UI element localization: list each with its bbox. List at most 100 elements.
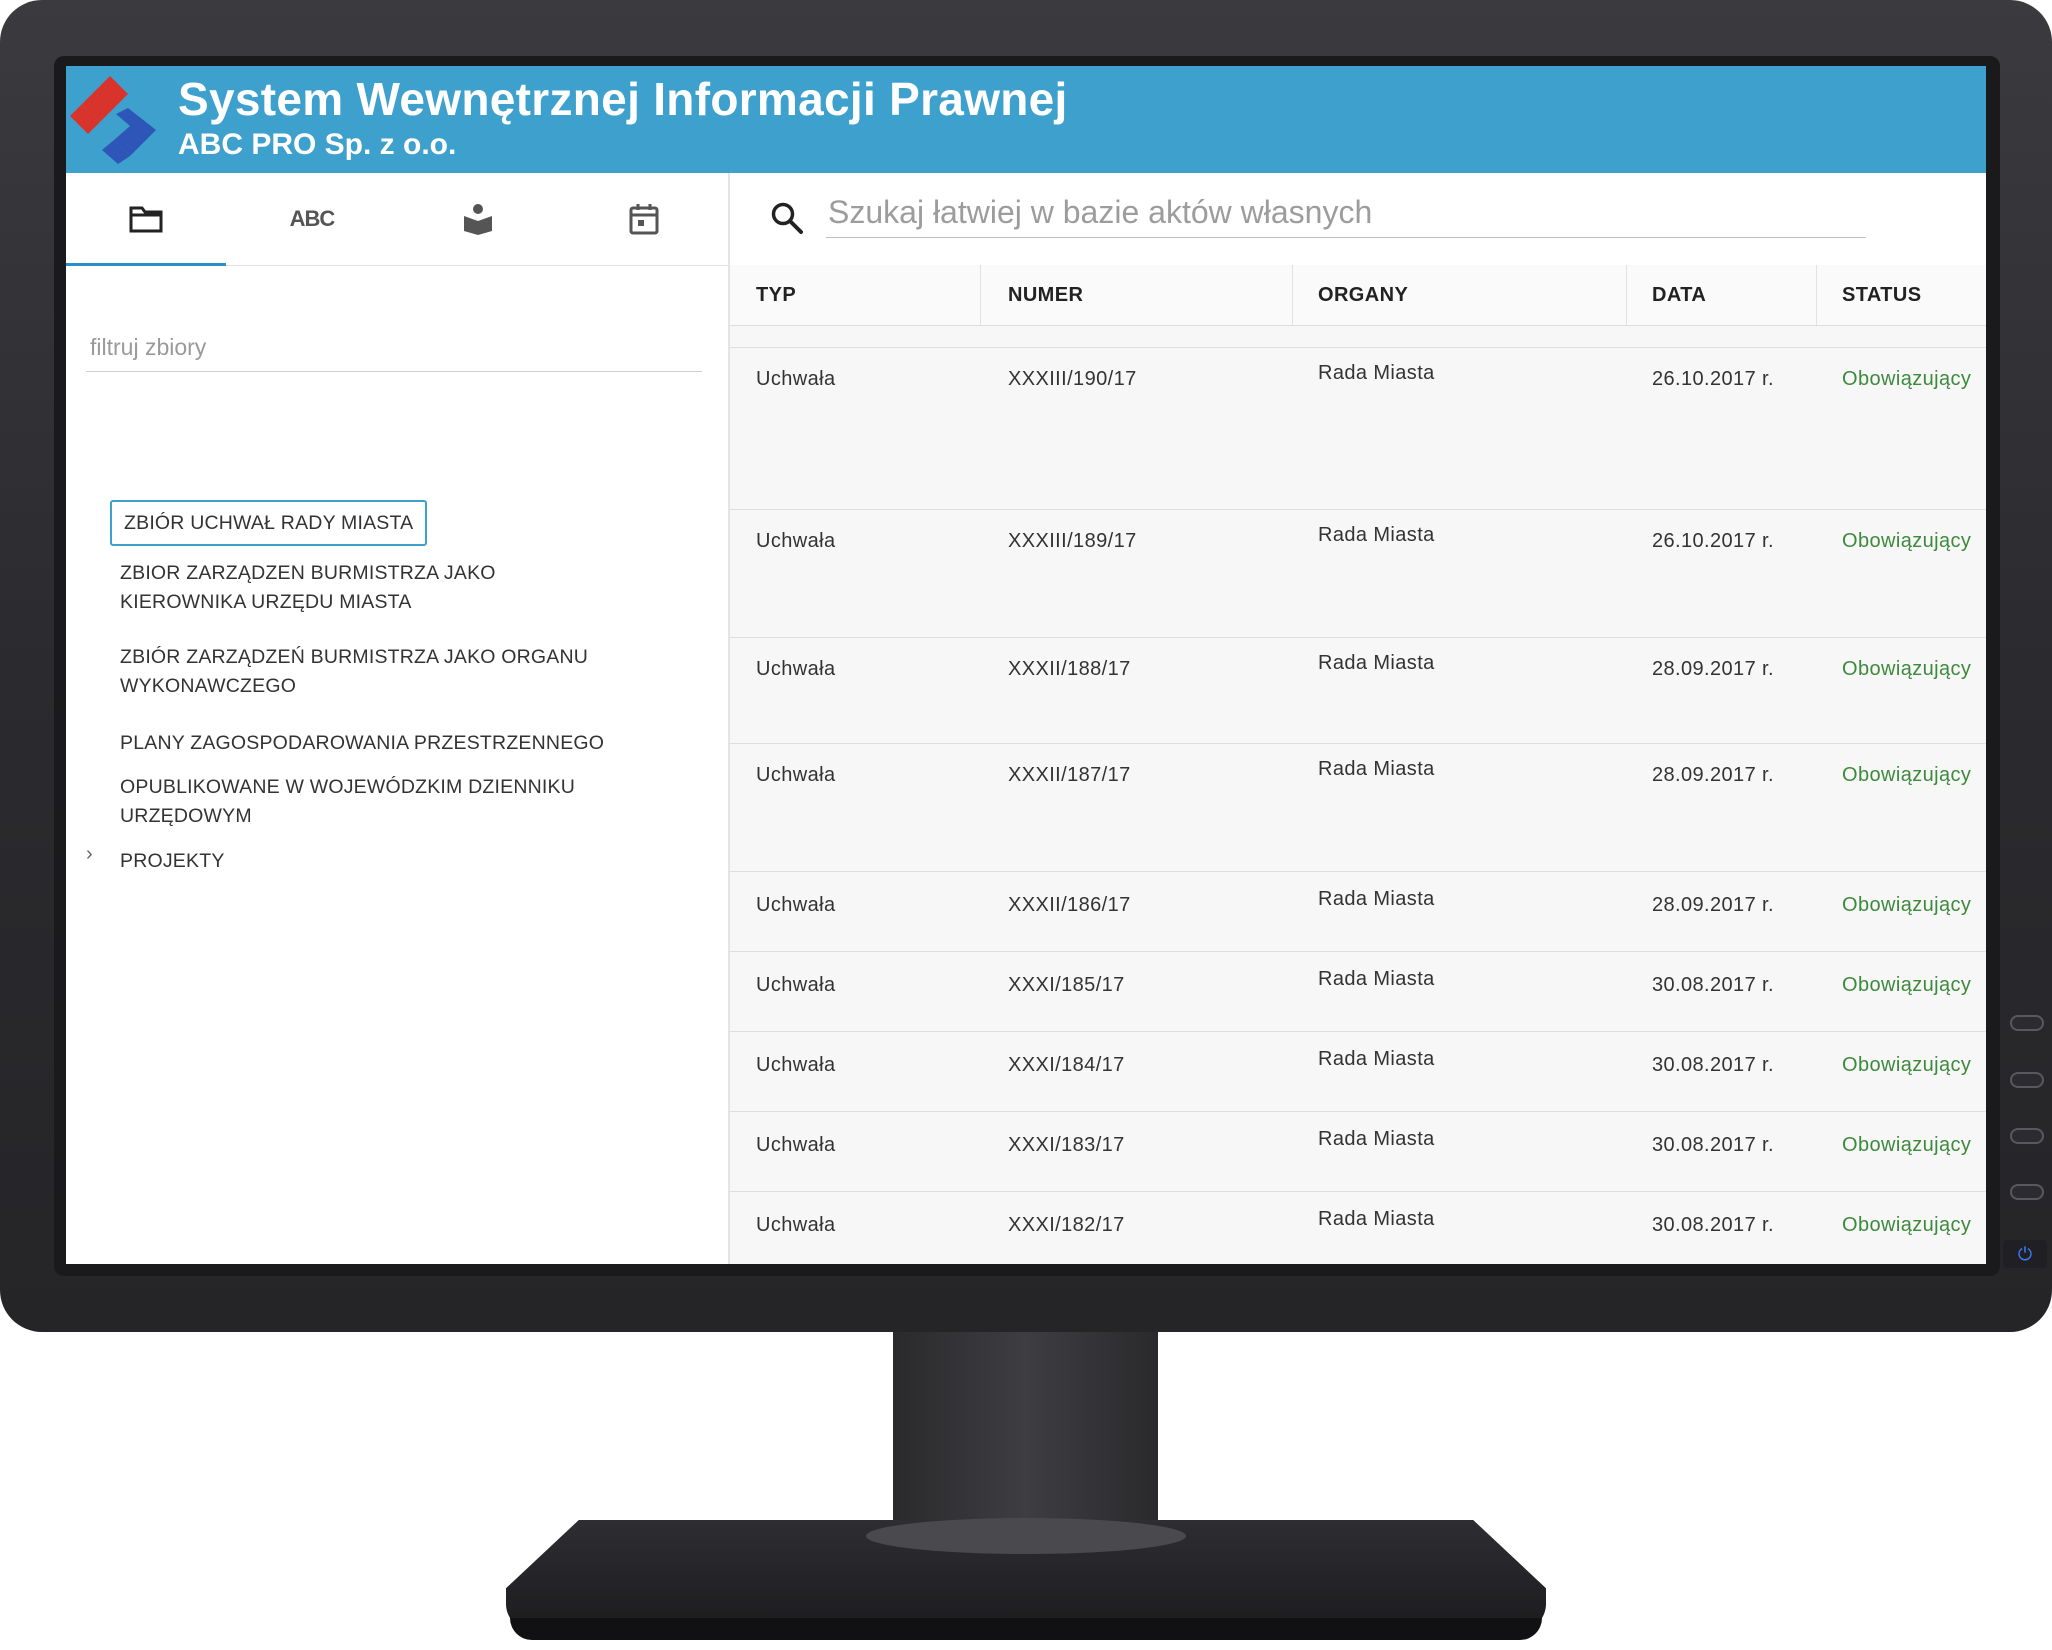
column-divider — [1626, 265, 1627, 325]
column-header-typ[interactable]: TYP — [756, 265, 796, 325]
main-panel: TYP NUMER ORGANY DATA STATUS Uchwała XXX… — [730, 173, 1986, 1264]
cell-numer: XXXIII/190/17 — [1008, 368, 1137, 390]
tree-item-label: PLANY ZAGOSPODAROWANIA PRZESTRZENNEGO — [120, 732, 605, 754]
column-divider — [1292, 265, 1293, 325]
monitor-button — [2010, 1128, 2044, 1144]
table-row[interactable]: Uchwała XXXI/184/17 Rada Miasta 30.08.20… — [730, 1031, 1986, 1112]
cell-numer: XXXI/184/17 — [1008, 1054, 1125, 1076]
monitor-button — [2010, 1072, 2044, 1088]
app-logo — [70, 76, 156, 164]
cell-status: Obowiązujący — [1842, 368, 1972, 390]
tree-item-zbior-uchwal[interactable]: ZBIÓR UCHWAŁ RADY MIASTA — [110, 500, 428, 546]
cell-typ: Uchwała — [756, 658, 836, 680]
cell-status: Obowiązujący — [1842, 764, 1972, 786]
tree-item-zarzadzenia-kierownika[interactable]: ZBIOR ZARZĄDZEN BURMISTRZA JAKO KIEROWNI… — [110, 559, 630, 617]
tree-item-label: OPUBLIKOWANE W WOJEWÓDZKIM DZIENNIKU URZ… — [120, 776, 575, 827]
search-icon[interactable] — [770, 201, 804, 235]
tab-abc[interactable]: ABC — [232, 173, 392, 265]
search-input[interactable] — [826, 187, 1870, 237]
reader-icon — [464, 204, 492, 235]
tree-item-label: ZBIÓR UCHWAŁ RADY MIASTA — [124, 512, 414, 534]
sidebar-tabs: ABC — [66, 173, 728, 266]
filter-input[interactable] — [86, 327, 710, 367]
cell-numer: XXXI/182/17 — [1008, 1214, 1125, 1236]
cell-numer: XXXI/183/17 — [1008, 1134, 1125, 1156]
cell-numer: XXXII/188/17 — [1008, 658, 1131, 680]
cell-typ: Uchwała — [756, 974, 836, 996]
cell-typ: Uchwała — [756, 894, 836, 916]
cell-typ: Uchwała — [756, 530, 836, 552]
tree-item-zarzadzenia-organu[interactable]: ZBIÓR ZARZĄDZEŃ BURMISTRZA JAKO ORGANU W… — [110, 643, 630, 701]
table-row[interactable]: Uchwała XXXII/186/17 Rada Miasta 28.09.2… — [730, 871, 1986, 952]
table-row[interactable]: Uchwała XXXIII/190/17 Rada Miasta 26.10.… — [730, 347, 1986, 510]
chevron-right-icon[interactable]: › — [86, 843, 93, 866]
cell-status: Obowiązujący — [1842, 1214, 1972, 1236]
cell-data: 28.09.2017 r. — [1652, 764, 1774, 786]
folder-icon — [129, 206, 163, 233]
filter-field[interactable] — [86, 327, 710, 372]
cell-status: Obowiązujący — [1842, 530, 1972, 552]
column-header-data[interactable]: DATA — [1652, 265, 1706, 325]
cell-data: 26.10.2017 r. — [1652, 368, 1774, 390]
column-header-organy[interactable]: ORGANY — [1318, 265, 1408, 325]
cell-data: 30.08.2017 r. — [1652, 974, 1774, 996]
sidebar: ABC ZBIÓR UCHWAŁ — [66, 173, 730, 1264]
column-divider — [980, 265, 981, 325]
tab-reader[interactable] — [398, 173, 558, 265]
cell-numer: XXXI/185/17 — [1008, 974, 1125, 996]
cell-typ: Uchwała — [756, 1214, 836, 1236]
cell-numer: XXXII/186/17 — [1008, 894, 1131, 916]
cell-organy: Rada Miasta — [1318, 968, 1435, 990]
power-icon: ⏻ — [2003, 1240, 2047, 1268]
tree-item-label: ZBIÓR ZARZĄDZEŃ BURMISTRZA JAKO ORGANU W… — [120, 646, 589, 697]
table-row[interactable]: Uchwała XXXIII/189/17 Rada Miasta 26.10.… — [730, 509, 1986, 638]
cell-data: 30.08.2017 r. — [1652, 1134, 1774, 1156]
table-row[interactable]: Uchwała XXXI/183/17 Rada Miasta 30.08.20… — [730, 1111, 1986, 1192]
table-row[interactable]: Uchwała XXXII/188/17 Rada Miasta 28.09.2… — [730, 637, 1986, 744]
tree-item-label: PROJEKTY — [120, 850, 225, 872]
cell-status: Obowiązujący — [1842, 1134, 1972, 1156]
monitor-button — [2010, 1015, 2044, 1031]
cell-status: Obowiązujący — [1842, 974, 1972, 996]
table-row[interactable]: Uchwała XXXI/182/17 Rada Miasta 30.08.20… — [730, 1191, 1986, 1264]
tree-item-label: ZBIOR ZARZĄDZEN BURMISTRZA JAKO KIEROWNI… — [120, 562, 496, 613]
cell-typ: Uchwała — [756, 764, 836, 786]
app-subtitle: ABC PRO Sp. z o.o. — [178, 128, 457, 161]
cell-typ: Uchwała — [756, 368, 836, 390]
calendar-icon — [629, 204, 659, 235]
cell-numer: XXXII/187/17 — [1008, 764, 1131, 786]
app-window: System Wewnętrznej Informacji Prawnej AB… — [66, 66, 1986, 1264]
cell-typ: Uchwała — [756, 1134, 836, 1156]
cell-organy: Rada Miasta — [1318, 362, 1435, 384]
tree-item-plany-zagospodarowania[interactable]: PLANY ZAGOSPODAROWANIA PRZESTRZENNEGO — [110, 729, 614, 758]
monitor-button — [2010, 1184, 2044, 1200]
app-title: System Wewnętrznej Informacji Prawnej — [178, 73, 1068, 125]
cell-data: 28.09.2017 r. — [1652, 894, 1774, 916]
search-bar — [730, 173, 1986, 265]
tab-folder[interactable] — [66, 173, 226, 266]
cell-status: Obowiązujący — [1842, 1054, 1972, 1076]
cell-status: Obowiązujący — [1842, 894, 1972, 916]
cell-organy: Rada Miasta — [1318, 758, 1435, 780]
cell-organy: Rada Miasta — [1318, 1128, 1435, 1150]
tree-item-projekty[interactable]: PROJEKTY — [110, 847, 235, 876]
tab-calendar[interactable] — [564, 173, 724, 265]
column-divider — [1816, 265, 1817, 325]
tree-item-dziennik-urzedowy[interactable]: OPUBLIKOWANE W WOJEWÓDZKIM DZIENNIKU URZ… — [110, 773, 630, 831]
table-header: TYP NUMER ORGANY DATA STATUS — [730, 265, 1986, 326]
cell-data: 28.09.2017 r. — [1652, 658, 1774, 680]
cell-typ: Uchwała — [756, 1054, 836, 1076]
table-row[interactable]: Uchwała XXXI/185/17 Rada Miasta 30.08.20… — [730, 951, 1986, 1032]
column-header-status[interactable]: STATUS — [1842, 265, 1921, 325]
cell-organy: Rada Miasta — [1318, 1048, 1435, 1070]
cell-status: Obowiązujący — [1842, 658, 1972, 680]
column-header-numer[interactable]: NUMER — [1008, 265, 1083, 325]
cell-organy: Rada Miasta — [1318, 524, 1435, 546]
cell-organy: Rada Miasta — [1318, 1208, 1435, 1230]
table-row[interactable]: Uchwała XXXII/187/17 Rada Miasta 28.09.2… — [730, 743, 1986, 872]
cell-data: 30.08.2017 r. — [1652, 1214, 1774, 1236]
cell-organy: Rada Miasta — [1318, 888, 1435, 910]
search-field[interactable] — [826, 187, 1870, 238]
results-table: TYP NUMER ORGANY DATA STATUS Uchwała XXX… — [730, 265, 1986, 1264]
cell-data: 26.10.2017 r. — [1652, 530, 1774, 552]
